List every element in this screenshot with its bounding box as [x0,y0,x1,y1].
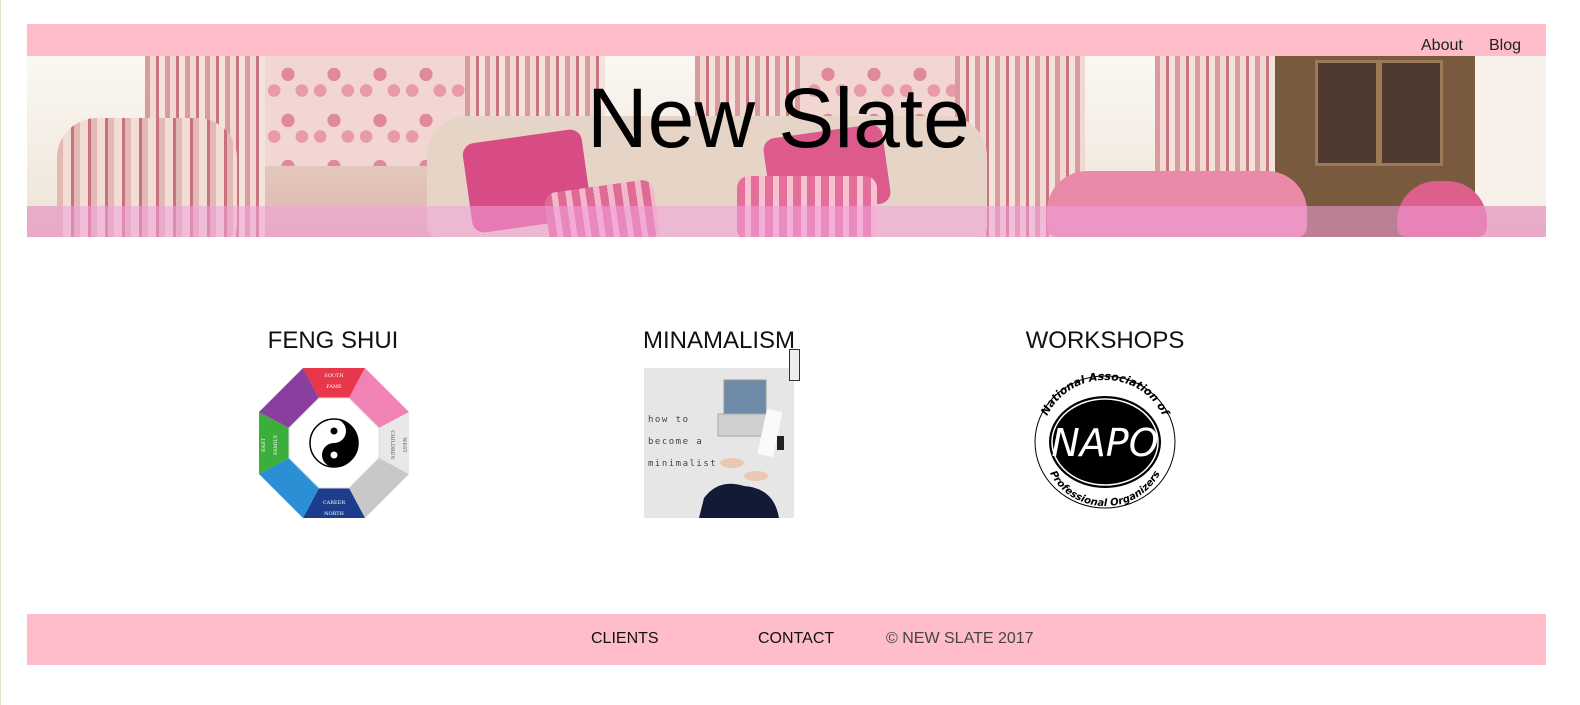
section-title-feng-shui: FENG SHUI [267,327,399,354]
footer-contact-link[interactable]: CONTACT [758,630,834,648]
phone [777,436,784,450]
napo-center-text: NAPO [1051,421,1158,465]
minimalism-caption-line1: how to [648,415,690,425]
bagua-map-image[interactable]: SOUTH FAME NORTH CAREER EAST FAMILY WEST… [259,368,409,518]
section-title-minimalism: MINAMALISM [642,327,795,354]
laptop-screen [723,379,767,415]
bagua-label-north: NORTH [324,511,344,517]
hero-pink-band [27,206,1546,237]
hero-door [1475,56,1546,206]
nav-blog-link[interactable]: Blog [1489,37,1521,55]
minimalism-caption-line2: become a [648,437,703,447]
bagua-label-fame: FAME [326,384,342,390]
bagua-label-children: CHILDREN [389,430,395,460]
minimalism-caption-line3: minimalist [648,459,717,469]
bagua-label-south: SOUTH [324,373,344,379]
section-title-workshops: WORKSHOPS [1025,327,1185,354]
resize-handle-icon[interactable] [789,349,800,381]
bagua-label-family: FAMILY [273,434,279,455]
minimalism-image[interactable]: how to become a minimalist [644,368,794,518]
bagua-label-career: CAREER [323,500,346,506]
footer-copyright: © NEW SLATE 2017 [886,630,1034,647]
footer-clients-link[interactable]: CLIENTS [591,630,659,648]
left-edge-line [0,0,1,705]
site-title: New Slate [587,71,970,165]
bagua-label-east: EAST [261,437,267,452]
bagua-label-west: WEST [401,437,407,453]
napo-logo[interactable]: National Association of Professional Org… [1030,368,1180,518]
nav-about-link[interactable]: About [1421,37,1463,55]
top-nav-bar [27,24,1546,56]
